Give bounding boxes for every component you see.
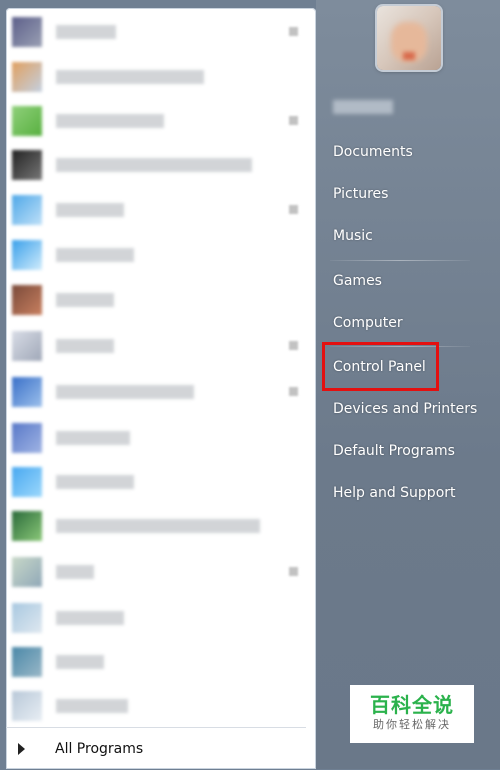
program-label-blurred: [56, 203, 124, 217]
avatar-detail: [403, 52, 415, 60]
program-icon: [12, 467, 42, 497]
music-link[interactable]: Music: [333, 228, 373, 244]
program-label-blurred: [56, 475, 134, 489]
program-icon: [12, 106, 42, 136]
program-label-blurred: [56, 70, 204, 84]
watermark-logo: 百科全说 助你轻松解决: [350, 685, 474, 743]
program-label-blurred: [56, 293, 114, 307]
games-link[interactable]: Games: [333, 273, 382, 289]
program-label-blurred: [56, 519, 260, 533]
help-and-support-link[interactable]: Help and Support: [333, 485, 456, 501]
username-link-blurred[interactable]: [333, 100, 393, 114]
watermark-subtitle: 助你轻松解决: [373, 718, 451, 731]
program-item[interactable]: [6, 552, 306, 592]
program-item[interactable]: [6, 190, 306, 230]
program-label-blurred: [56, 565, 94, 579]
program-icon: [12, 377, 42, 407]
program-icon: [12, 557, 42, 587]
default-programs-link[interactable]: Default Programs: [333, 443, 455, 459]
program-item[interactable]: [6, 372, 306, 412]
program-icon: [12, 511, 42, 541]
program-item[interactable]: [6, 418, 306, 458]
submenu-arrow-icon[interactable]: [289, 205, 298, 214]
program-icon: [12, 62, 42, 92]
program-label-blurred: [56, 114, 164, 128]
triangle-right-icon: [18, 743, 25, 755]
program-icon: [12, 647, 42, 677]
program-label-blurred: [56, 655, 104, 669]
program-item[interactable]: [6, 686, 306, 726]
computer-link[interactable]: Computer: [333, 315, 403, 331]
program-icon: [12, 603, 42, 633]
program-item[interactable]: [6, 598, 306, 638]
program-icon: [12, 150, 42, 180]
all-programs-label: All Programs: [55, 741, 144, 757]
program-icon: [12, 17, 42, 47]
program-item[interactable]: [6, 642, 306, 682]
submenu-arrow-icon[interactable]: [289, 116, 298, 125]
program-icon: [12, 331, 42, 361]
program-item[interactable]: [6, 326, 306, 366]
submenu-arrow-icon[interactable]: [289, 341, 298, 350]
program-icon: [12, 691, 42, 721]
documents-link[interactable]: Documents: [333, 144, 413, 160]
program-item[interactable]: [6, 145, 306, 185]
program-icon: [12, 195, 42, 225]
program-label-blurred: [56, 339, 114, 353]
program-item[interactable]: [6, 280, 306, 320]
control-panel-highlight: [322, 342, 439, 391]
program-icon: [12, 240, 42, 270]
program-icon: [12, 423, 42, 453]
program-item[interactable]: [6, 101, 306, 141]
program-icon: [12, 285, 42, 315]
pictures-link[interactable]: Pictures: [333, 186, 388, 202]
devices-and-printers-link[interactable]: Devices and Printers: [333, 401, 477, 417]
program-label-blurred: [56, 25, 116, 39]
submenu-arrow-icon[interactable]: [289, 27, 298, 36]
all-programs-button[interactable]: All Programs: [6, 727, 306, 770]
program-item[interactable]: [6, 462, 306, 502]
program-label-blurred: [56, 611, 124, 625]
separator: [330, 260, 470, 261]
user-avatar[interactable]: [377, 6, 441, 70]
program-item[interactable]: [6, 57, 306, 97]
program-label-blurred: [56, 248, 134, 262]
program-label-blurred: [56, 431, 130, 445]
submenu-arrow-icon[interactable]: [289, 387, 298, 396]
program-item[interactable]: [6, 235, 306, 275]
program-label-blurred: [56, 699, 128, 713]
watermark-title: 百科全说: [370, 693, 454, 717]
program-item[interactable]: [6, 12, 306, 52]
program-label-blurred: [56, 385, 194, 399]
submenu-arrow-icon[interactable]: [289, 567, 298, 576]
program-label-blurred: [56, 158, 252, 172]
program-item[interactable]: [6, 506, 306, 546]
